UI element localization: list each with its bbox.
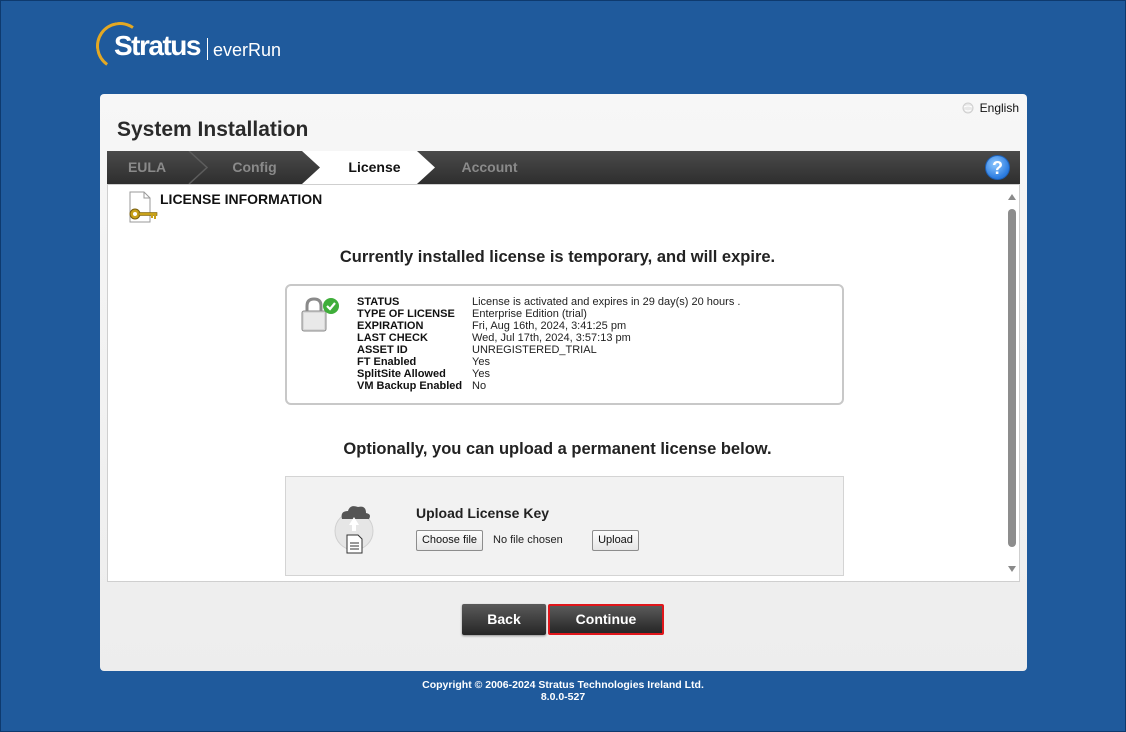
license-value: No — [472, 380, 487, 392]
chevron-right-icon — [188, 151, 209, 184]
license-value: Yes — [472, 356, 490, 368]
choose-file-button[interactable]: Choose file — [416, 530, 483, 551]
section-title: LICENSE INFORMATION — [160, 191, 323, 207]
continue-button[interactable]: Continue — [548, 604, 664, 635]
installation-panel: English System Installation EULA Config … — [100, 94, 1027, 671]
wizard-steps: EULA Config License Account ? — [107, 151, 1020, 184]
version-text: 8.0.0-527 — [540, 691, 586, 703]
license-key: SplitSite Allowed — [357, 368, 446, 380]
license-key: STATUS — [357, 296, 400, 308]
license-row: ASSET ID UNREGISTERED_TRIAL — [357, 344, 740, 356]
license-value: Enterprise Edition (trial) — [472, 308, 587, 320]
lock-check-icon — [301, 297, 339, 332]
license-row: VM Backup Enabled No — [357, 380, 740, 392]
license-details-box: STATUS License is activated and expires i… — [285, 284, 844, 405]
license-value: Wed, Jul 17th, 2024, 3:57:13 pm — [472, 332, 631, 344]
file-status: No file chosen — [493, 534, 563, 546]
license-value: UNREGISTERED_TRIAL — [472, 344, 597, 356]
step-eula[interactable]: EULA — [107, 151, 187, 184]
section-header: LICENSE INFORMATION — [126, 189, 322, 225]
scroll-down-arrow-icon[interactable] — [1008, 566, 1016, 572]
upload-title: Upload License Key — [416, 505, 550, 521]
footer: Copyright © 2006-2024 Stratus Technologi… — [0, 679, 1126, 703]
license-notice: Currently installed license is temporary… — [339, 248, 776, 266]
upload-license-box: Upload License Key Choose file No file c… — [285, 476, 844, 576]
scroll-up-arrow-icon[interactable] — [1008, 194, 1016, 200]
step-license-label: License — [348, 159, 401, 175]
help-icon[interactable]: ? — [985, 155, 1010, 180]
license-key: LAST CHECK — [357, 332, 428, 344]
license-value: License is activated and expires in 29 d… — [472, 296, 741, 308]
scroll-thumb[interactable] — [1008, 209, 1016, 547]
upload-button[interactable]: Upload — [592, 530, 639, 551]
license-value: Fri, Aug 16th, 2024, 3:41:25 pm — [472, 320, 627, 332]
license-row: LAST CHECK Wed, Jul 17th, 2024, 3:57:13 p… — [357, 332, 740, 344]
license-key: TYPE OF LICENSE — [357, 308, 455, 320]
license-content: LICENSE INFORMATION Currently installed … — [107, 184, 1020, 582]
license-key: VM Backup Enabled — [357, 380, 463, 392]
logo-product: everRun — [213, 40, 282, 60]
scrollbar[interactable] — [1005, 185, 1019, 581]
license-row: SplitSite Allowed Yes — [357, 368, 740, 380]
step-config[interactable]: Config — [207, 151, 302, 184]
logo-company: Stratus — [114, 30, 201, 61]
upload-prompt: Optionally, you can upload a permanent l… — [343, 440, 772, 458]
license-value: Yes — [472, 368, 490, 380]
license-row: STATUS License is activated and expires i… — [357, 296, 740, 308]
license-key-icon — [129, 191, 158, 223]
page-title: System Installation — [117, 118, 309, 141]
step-license[interactable]: License — [302, 151, 437, 184]
cloud-upload-icon — [334, 506, 374, 554]
license-key: ASSET ID — [357, 344, 408, 356]
license-table: STATUS License is activated and expires i… — [357, 296, 740, 392]
step-account[interactable]: Account — [437, 151, 542, 184]
logo-separator — [207, 38, 208, 60]
language-label: English — [979, 101, 1019, 115]
globe-icon — [962, 102, 974, 114]
license-row: EXPIRATION Fri, Aug 16th, 2024, 3:41:25 p… — [357, 320, 740, 332]
copyright-text: Copyright © 2006-2024 Stratus Technologi… — [422, 679, 704, 691]
stratus-logo: Stratus everRun — [92, 18, 296, 74]
license-row: TYPE OF LICENSE Enterprise Edition (trial… — [357, 308, 740, 320]
license-key: EXPIRATION — [357, 320, 424, 332]
language-selector[interactable]: English — [962, 101, 1019, 115]
license-key: FT Enabled — [357, 356, 417, 368]
back-button[interactable]: Back — [462, 604, 546, 635]
license-row: FT Enabled Yes — [357, 356, 740, 368]
